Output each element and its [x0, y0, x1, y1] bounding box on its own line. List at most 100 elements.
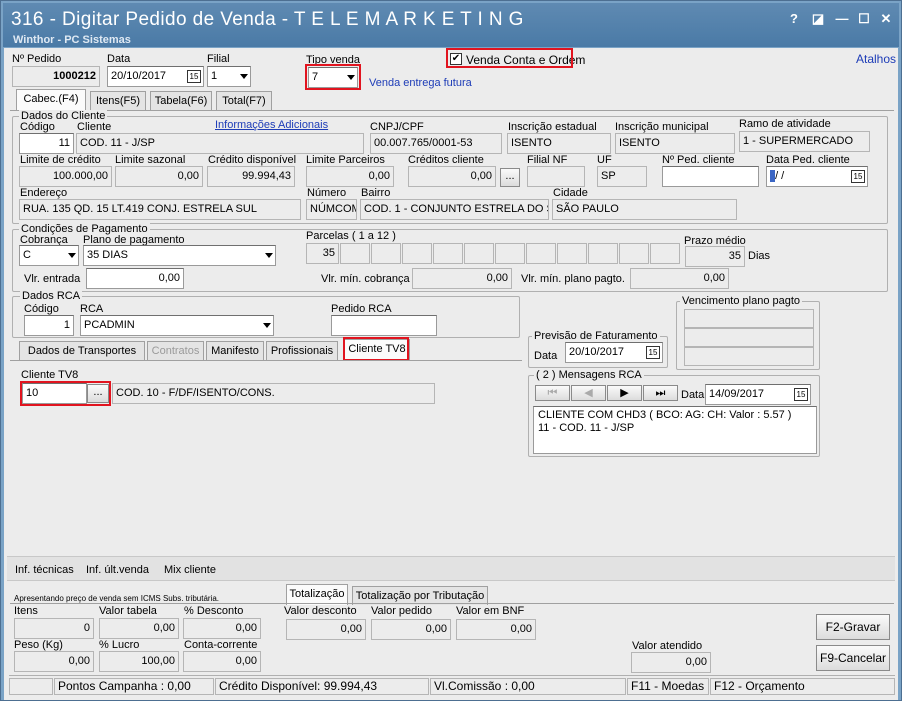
highlight-cliente-tv8: [20, 381, 111, 406]
rca-select[interactable]: PCADMIN: [80, 315, 274, 336]
plano-select[interactable]: 35 DIAS: [83, 245, 276, 266]
maximize-button[interactable]: ☐: [855, 11, 873, 27]
edit-icon[interactable]: ◪: [809, 11, 827, 27]
creditos-cliente-field: 0,00: [408, 166, 496, 187]
ramo-field: 1 - SUPERMERCADO: [739, 131, 870, 152]
valor-atendido-field: 0,00: [631, 652, 711, 673]
highlight-tipo-venda: [305, 64, 361, 90]
minimize-button[interactable]: —: [833, 11, 851, 27]
chevron-down-icon: [68, 253, 76, 258]
atalhos-link[interactable]: Atalhos: [856, 53, 896, 66]
chevron-down-icon: [265, 253, 273, 258]
tab-cabec[interactable]: Cabec.(F4): [16, 89, 86, 110]
cnpj-field: 00.007.765/0001-53: [370, 133, 502, 154]
data-ped-field[interactable]: / /15: [766, 166, 868, 187]
parcela-5: [433, 243, 463, 264]
data-field[interactable]: 20/10/2017 15: [107, 66, 204, 87]
parcela-6: [464, 243, 494, 264]
parceiros-field: 0,00: [306, 166, 394, 187]
conta-corrente-field: 0,00: [183, 651, 261, 672]
inf-ult-venda-link[interactable]: Inf. últ.venda: [86, 564, 149, 577]
pedido-field: 1000212: [12, 66, 100, 87]
parcela-2: [340, 243, 370, 264]
tab-totalizacao[interactable]: Totalização: [286, 584, 348, 605]
pedido-label: Nº Pedido: [12, 53, 62, 65]
window-subtitle: Winthor - PC Sistemas: [13, 34, 131, 46]
valor-desconto-label: Valor desconto: [284, 605, 357, 617]
dias-label: Dias: [748, 250, 771, 262]
parcela-1: 35: [306, 243, 339, 264]
app-window: 316 - Digitar Pedido de Venda - T E L E …: [0, 0, 902, 701]
bairro-field: COD. 1 - CONJUNTO ESTRELA DO SU: [360, 199, 549, 220]
calendar-icon[interactable]: 15: [646, 346, 660, 359]
vencimento-2: [684, 328, 814, 347]
pedido-rca-field[interactable]: [331, 315, 437, 336]
peso-field: 0,00: [14, 651, 94, 672]
entrada-field[interactable]: 0,00: [86, 268, 184, 289]
totals-divider: [10, 603, 894, 604]
calendar-icon[interactable]: 15: [794, 388, 808, 401]
tab-divider: [10, 110, 894, 111]
tab-total[interactable]: Total(F7): [216, 91, 272, 110]
filial-select[interactable]: 1: [207, 66, 251, 87]
perc-lucro-field: 100,00: [99, 651, 179, 672]
last-message-button[interactable]: ⏭: [643, 385, 678, 401]
endereco-field: RUA. 135 QD. 15 LT.419 CONJ. ESTRELA SUL: [19, 199, 301, 220]
cobranca-select[interactable]: C: [19, 245, 79, 266]
mensagem-text: CLIENTE COM CHD3 ( BCO: AG: CH: Valor : …: [533, 406, 817, 454]
tab-itens[interactable]: Itens(F5): [90, 91, 146, 110]
mensagem-line-1: CLIENTE COM CHD3 ( BCO: AG: CH: Valor : …: [538, 409, 792, 421]
calendar-icon[interactable]: 15: [187, 70, 201, 83]
mix-cliente-link[interactable]: Mix cliente: [164, 564, 216, 577]
info-adicionais-link[interactable]: Informações Adicionais: [215, 119, 328, 132]
ie-field: ISENTO: [507, 133, 611, 154]
vencimento-3: [684, 347, 814, 366]
close-button[interactable]: ✕: [877, 11, 895, 27]
parcela-7: [495, 243, 525, 264]
min-plano-label: Vlr. mín. plano pagto.: [521, 273, 625, 285]
im-field: ISENTO: [615, 133, 735, 154]
tab-contratos: Contratos: [147, 341, 204, 360]
tab-dados-transportes[interactable]: Dados de Transportes: [19, 341, 145, 360]
entrega-futura-text: Venda entrega futura: [369, 77, 472, 89]
valor-pedido-label: Valor pedido: [371, 605, 432, 617]
prazo-field: 35: [685, 246, 745, 267]
status-bar: Pontos Campanha : 0,00 Crédito Disponíve…: [9, 675, 895, 695]
status-moedas[interactable]: F11 - Moedas: [627, 678, 709, 695]
next-message-button[interactable]: ▶: [607, 385, 642, 401]
tab-manifesto[interactable]: Manifesto: [206, 341, 264, 360]
status-comissao: Vl.Comissão : 0,00: [430, 678, 626, 695]
mensagem-data-field[interactable]: 14/09/2017 15: [705, 384, 811, 405]
itens-label: Itens: [14, 605, 38, 617]
valor-bnf-field: 0,00: [456, 619, 536, 640]
tab-profissionais[interactable]: Profissionais: [266, 341, 338, 360]
tab-tabela[interactable]: Tabela(F6): [150, 91, 212, 110]
title-bar: 316 - Digitar Pedido de Venda - T E L E …: [3, 3, 899, 47]
status-orcamento[interactable]: F12 - Orçamento: [710, 678, 895, 695]
gravar-button[interactable]: F2-Gravar: [816, 614, 890, 640]
creditos-lookup-button[interactable]: ...: [500, 168, 520, 187]
status-pontos: Pontos Campanha : 0,00: [54, 678, 214, 695]
valor-tabela-field: 0,00: [99, 618, 179, 639]
calendar-icon[interactable]: 15: [851, 170, 865, 183]
ped-cliente-field[interactable]: [662, 166, 759, 187]
inf-tecnicas-link[interactable]: Inf. técnicas: [15, 564, 74, 577]
sazonal-field: 0,00: [115, 166, 203, 187]
first-message-button: ⏮: [535, 385, 570, 401]
limite-field: 100.000,00: [19, 166, 112, 187]
rca-codigo-field[interactable]: 1: [24, 315, 74, 336]
previsao-data-label: Data: [534, 350, 558, 362]
entrada-label: Vlr. entrada: [24, 273, 81, 285]
tv8-description: COD. 10 - F/DF/ISENTO/CONS.: [112, 383, 435, 404]
credito-field: 99.994,43: [207, 166, 295, 187]
valor-pedido-field: 0,00: [371, 619, 451, 640]
previsao-title: Previsão de Faturamento: [532, 330, 660, 342]
min-cobranca-label: Vlr. mín. cobrança: [321, 273, 410, 285]
min-cobranca-field: 0,00: [412, 268, 512, 289]
codigo-field[interactable]: 11: [19, 133, 74, 154]
previsao-data-field[interactable]: 20/10/2017 15: [565, 342, 663, 363]
chevron-down-icon: [263, 323, 271, 328]
valor-desconto-field: 0,00: [286, 619, 366, 640]
help-icon[interactable]: ?: [785, 11, 803, 27]
cancelar-button[interactable]: F9-Cancelar: [816, 645, 890, 671]
